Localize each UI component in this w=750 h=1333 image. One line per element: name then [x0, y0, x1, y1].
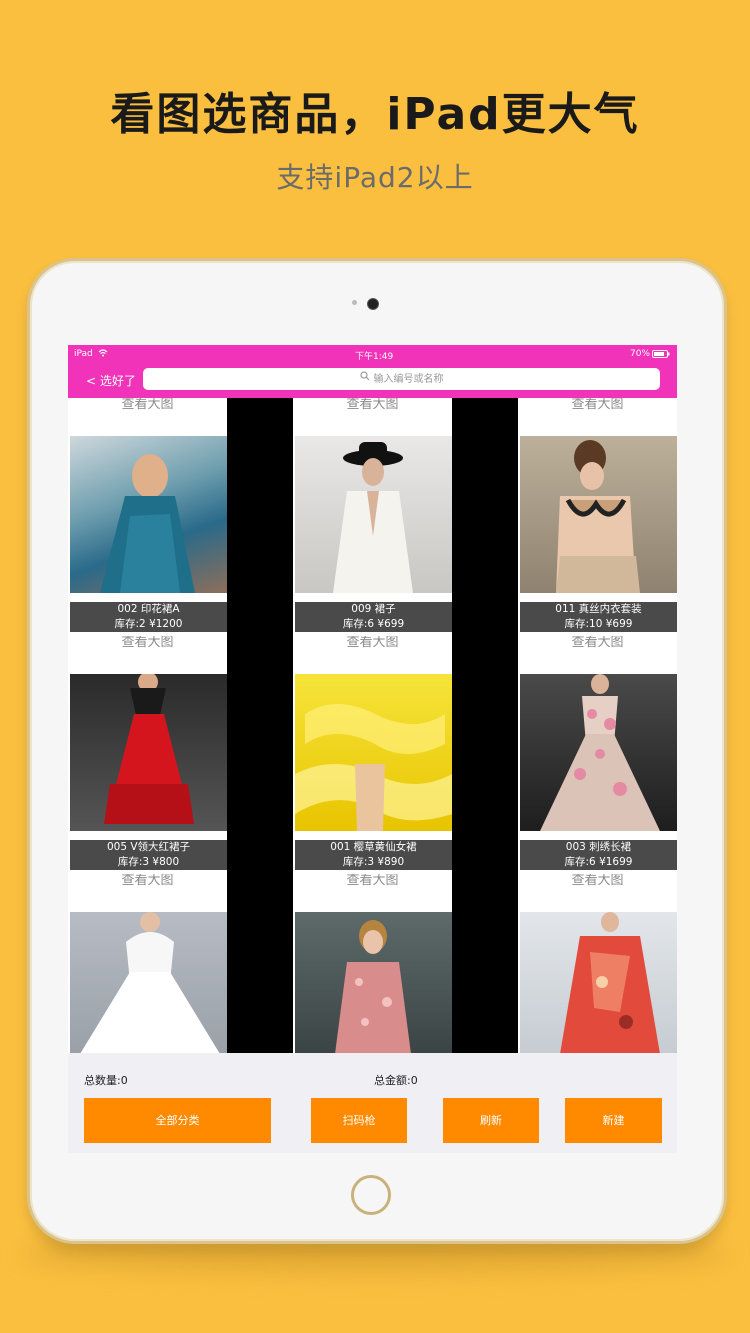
product-card[interactable]: 查看大图 005 V领大红裙子 库存:3 ¥800 [68, 636, 227, 874]
view-large-image-link[interactable]: 查看大图 [68, 398, 227, 437]
product-caption: 003 刺绣长裙 库存:6 ¥1699 [520, 840, 677, 870]
search-input[interactable]: 输入编号或名称 [143, 368, 660, 390]
product-photo [520, 674, 677, 831]
view-large-image-link[interactable]: 查看大图 [68, 636, 227, 675]
battery-icon [652, 350, 670, 361]
product-photo [70, 912, 227, 1054]
product-title: 009 裙子 [351, 603, 396, 615]
product-photo [520, 436, 677, 593]
scanner-button[interactable]: 扫码枪 [311, 1098, 407, 1143]
product-stock-price: 库存:10 ¥699 [564, 618, 633, 630]
view-large-image-link[interactable]: 查看大图 [68, 874, 227, 913]
product-stock-price: 库存:3 ¥800 [117, 856, 180, 868]
view-large-image-link[interactable]: 查看大图 [293, 398, 452, 437]
promo-headline: 看图选商品，iPad更大气 [110, 89, 640, 140]
view-large-image-link[interactable]: 查看大图 [293, 874, 452, 913]
device-label: iPad [74, 349, 93, 359]
front-camera [367, 298, 379, 310]
product-photo [520, 912, 677, 1054]
front-sensor [352, 300, 357, 305]
product-stock-price: 库存:6 ¥699 [342, 618, 405, 630]
product-stock-price: 库存:2 ¥1200 [114, 618, 183, 630]
product-caption: 002 印花裙A 库存:2 ¥1200 [70, 602, 227, 632]
order-summary-bar: 总数量:0 总金额:0 全部分类 扫码枪 刷新 新建 [68, 1053, 677, 1153]
product-title: 002 印花裙A [117, 603, 180, 615]
total-amount: 总金额:0 [374, 1074, 418, 1087]
view-large-image-link[interactable]: 查看大图 [518, 636, 677, 675]
status-time: 下午1:49 [355, 352, 394, 362]
product-photo [295, 674, 452, 831]
view-large-image-link[interactable]: 查看大图 [293, 636, 452, 675]
refresh-button[interactable]: 刷新 [443, 1098, 539, 1143]
back-button[interactable]: < 选好了 [86, 372, 136, 389]
product-title: 001 樱草黄仙女裙 [330, 841, 417, 853]
status-bar: iPad 下午1:49 70% [68, 345, 677, 363]
product-card[interactable]: 查看大图 001 樱草黄仙女裙 库存:3 ¥890 [293, 636, 452, 874]
product-caption: 009 裙子 库存:6 ¥699 [295, 602, 452, 632]
product-card[interactable]: 查看大图 002 印花裙A 库存:2 ¥1200 [68, 398, 227, 636]
product-title: 003 刺绣长裙 [565, 841, 632, 853]
nav-bar: < 选好了 输入编号或名称 [68, 363, 677, 398]
product-card[interactable]: 查看大图 011 真丝内衣套装 库存:10 ¥699 [518, 398, 677, 636]
search-icon [359, 368, 370, 390]
product-card[interactable]: 查看大图 009 裙子 库存:6 ¥699 [293, 398, 452, 636]
product-caption: 005 V领大红裙子 库存:3 ¥800 [70, 840, 227, 870]
product-grid: 查看大图 002 印花裙A 库存:2 ¥1200 查看大图 009 裙子 库存:… [68, 398, 677, 1112]
product-photo [295, 436, 452, 593]
all-categories-button[interactable]: 全部分类 [84, 1098, 271, 1143]
total-quantity: 总数量:0 [84, 1074, 128, 1087]
view-large-image-link[interactable]: 查看大图 [518, 874, 677, 913]
product-photo [70, 436, 227, 593]
new-button[interactable]: 新建 [565, 1098, 662, 1143]
product-photo [70, 672, 227, 831]
product-title: 011 真丝内衣套装 [555, 603, 642, 615]
product-stock-price: 库存:3 ¥890 [342, 856, 405, 868]
home-button[interactable] [351, 1175, 391, 1215]
battery-percent: 70% [630, 349, 651, 359]
product-card[interactable]: 查看大图 003 刺绣长裙 库存:6 ¥1699 [518, 636, 677, 874]
search-placeholder: 输入编号或名称 [373, 374, 444, 385]
product-photo [295, 912, 452, 1054]
promo-subline: 支持iPad2以上 [276, 161, 474, 194]
product-caption: 001 樱草黄仙女裙 库存:3 ¥890 [295, 840, 452, 870]
product-stock-price: 库存:6 ¥1699 [564, 856, 633, 868]
product-title: 005 V领大红裙子 [106, 841, 191, 853]
wifi-icon [98, 349, 108, 360]
product-caption: 011 真丝内衣套装 库存:10 ¥699 [520, 602, 677, 632]
view-large-image-link[interactable]: 查看大图 [518, 398, 677, 437]
ipad-screen: iPad 下午1:49 70% < 选好了 输入编号或名称 查看大图 002 印… [68, 345, 677, 1153]
